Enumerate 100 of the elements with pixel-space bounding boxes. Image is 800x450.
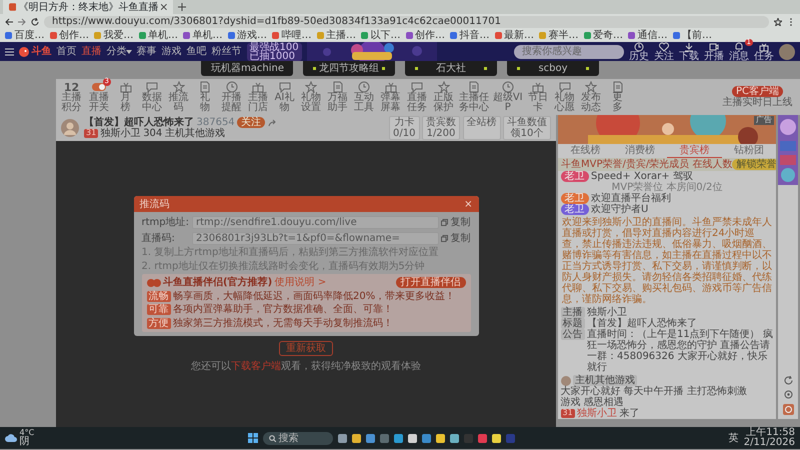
- input-field[interactable]: rtmp://sendfire1.douyu.com/live: [192, 216, 438, 230]
- tool-label[interactable]: 主播任务中心: [458, 93, 490, 113]
- bookmark[interactable]: 以下…: [370, 30, 400, 41]
- follow-button[interactable]: 关注: [237, 117, 266, 128]
- nav-link[interactable]: 首页: [56, 46, 76, 57]
- help-link[interactable]: 使用说明 >: [274, 277, 326, 288]
- streamer-name[interactable]: 独斯小卫: [100, 128, 141, 139]
- bookmark[interactable]: 通信…: [638, 30, 668, 41]
- category-link[interactable]: 主机其他游戏: [164, 128, 225, 139]
- menu-icon[interactable]: [5, 48, 14, 56]
- settings-icon[interactable]: [784, 390, 792, 399]
- close-icon[interactable]: [160, 4, 166, 10]
- bookmark[interactable]: 单机…: [148, 30, 178, 41]
- bookmark[interactable]: 最新…: [504, 30, 534, 41]
- chat-bubble-icon[interactable]: [411, 81, 423, 93]
- gift-icon[interactable]: [384, 81, 396, 93]
- star-icon[interactable]: [172, 81, 184, 93]
- document-icon[interactable]: [332, 81, 344, 93]
- star-icon[interactable]: [774, 18, 782, 26]
- tool-label[interactable]: 主播门店: [248, 93, 268, 113]
- bookmark[interactable]: 创作…: [59, 30, 89, 41]
- back-icon[interactable]: [5, 18, 13, 26]
- tool-label[interactable]: 数据中心: [142, 93, 162, 113]
- tool-label[interactable]: 节日卡: [528, 93, 548, 113]
- category-tab[interactable]: 玩机器machine: [201, 61, 293, 76]
- stat-box[interactable]: 贵宾数 1/200: [422, 116, 460, 140]
- bookmark[interactable]: 爱奇…: [593, 30, 623, 41]
- caret-icon[interactable]: [126, 50, 132, 54]
- input-field[interactable]: 2306801r3j93Lb?t=1&pf0=&flowname=: [192, 232, 438, 245]
- clock-date[interactable]: 2/11/2026: [744, 438, 795, 448]
- nav-link[interactable]: 直播: [82, 46, 102, 57]
- clock-time[interactable]: 上午11:58: [746, 428, 795, 438]
- clock-icon[interactable]: [226, 81, 238, 93]
- tool-label[interactable]: 互动工具: [354, 93, 374, 113]
- copy-link[interactable]: 复制: [450, 232, 470, 244]
- search-field[interactable]: 搜索: [262, 432, 333, 444]
- copy-link[interactable]: 复制: [450, 217, 470, 228]
- forward-icon[interactable]: [18, 18, 26, 26]
- nav-link[interactable]: 粉丝节: [212, 46, 242, 57]
- clock-icon[interactable]: [358, 81, 370, 93]
- user-name[interactable]: 独斯小卫: [577, 408, 618, 419]
- chat-bubble-icon[interactable]: [558, 81, 570, 93]
- nav-action-label[interactable]: 开播: [704, 52, 724, 62]
- tool-label[interactable]: 正版保护: [433, 93, 454, 113]
- stat-box[interactable]: 全站榜: [462, 116, 500, 140]
- nav-action-label[interactable]: 任务: [754, 52, 774, 62]
- gift-icon[interactable]: [532, 81, 544, 93]
- download-link[interactable]: 下载客户端: [231, 360, 281, 372]
- avatar[interactable]: [61, 119, 79, 137]
- bookmark[interactable]: 单机…: [192, 30, 222, 41]
- nav-action-label[interactable]: 消息: [729, 52, 749, 62]
- cloud-icon[interactable]: [5, 434, 17, 442]
- bookmark[interactable]: 主播…: [326, 30, 356, 41]
- gift-icon[interactable]: [120, 81, 132, 93]
- ranking-tab[interactable]: 钻粉团: [722, 144, 776, 158]
- unlock-button[interactable]: 解锁荣誉: [732, 158, 776, 170]
- nav-link[interactable]: 分类: [106, 46, 126, 57]
- nav-action-label[interactable]: 历史: [629, 52, 649, 62]
- tool-label[interactable]: 直播任务: [406, 93, 428, 113]
- bookmark[interactable]: 赛半…: [548, 30, 578, 41]
- ranking-tab[interactable]: 在线榜: [558, 144, 612, 158]
- reload-icon[interactable]: [31, 18, 39, 26]
- refresh-icon[interactable]: [784, 376, 792, 385]
- category-tab[interactable]: 龙四节攻略组: [303, 61, 395, 76]
- document-icon[interactable]: [468, 81, 480, 93]
- bookmark[interactable]: 抖音…: [460, 30, 490, 41]
- bookmark[interactable]: 游戏…: [237, 30, 267, 41]
- promo-badge[interactable]: 最强战100 已抽1000: [246, 42, 302, 60]
- search-field[interactable]: 搜索你感兴趣: [514, 44, 624, 58]
- category-tab[interactable]: scboy: [507, 61, 599, 76]
- nav-action-label[interactable]: 下载: [679, 52, 699, 62]
- refetch-button[interactable]: 重新获取: [279, 340, 333, 356]
- clock-icon[interactable]: [502, 81, 514, 93]
- close-button[interactable]: ×: [464, 198, 472, 210]
- avatar[interactable]: [779, 44, 795, 60]
- tool-label[interactable]: 月榜: [120, 93, 131, 113]
- share-icon[interactable]: [268, 118, 276, 126]
- tool-label[interactable]: 推流码: [168, 93, 189, 113]
- tool-label[interactable]: 万福助手: [327, 93, 348, 113]
- tool-label[interactable]: 超级VIP: [492, 93, 524, 113]
- bookmark[interactable]: 【前…: [682, 30, 712, 41]
- stat-box[interactable]: 斗鱼数值 领10个: [503, 116, 551, 140]
- nav-link[interactable]: 鱼吧: [186, 46, 206, 57]
- bookmark[interactable]: 百度…: [14, 30, 44, 41]
- open-app-button[interactable]: 打开直播伴侣: [396, 277, 466, 288]
- tool-label[interactable]: 发布动态: [580, 93, 602, 113]
- plus-icon[interactable]: [178, 3, 186, 11]
- document-icon[interactable]: [612, 81, 624, 93]
- pc-client-button[interactable]: PC客户端: [732, 86, 783, 97]
- bookmark[interactable]: 我爱…: [104, 30, 134, 41]
- tool-label[interactable]: 直播开关: [88, 93, 110, 113]
- tool-label[interactable]: 弹幕屏幕: [380, 93, 401, 113]
- chat-bubble-icon[interactable]: [146, 81, 158, 93]
- stat-box[interactable]: 力卡 0/10: [389, 116, 420, 140]
- copy-icon[interactable]: [441, 219, 448, 226]
- logo-text[interactable]: 斗鱼: [32, 46, 52, 57]
- document-icon[interactable]: [199, 81, 211, 93]
- category-tab[interactable]: 石大社: [405, 61, 497, 76]
- gift-icon[interactable]: [252, 81, 264, 93]
- tool-label[interactable]: AI礼物: [274, 93, 295, 113]
